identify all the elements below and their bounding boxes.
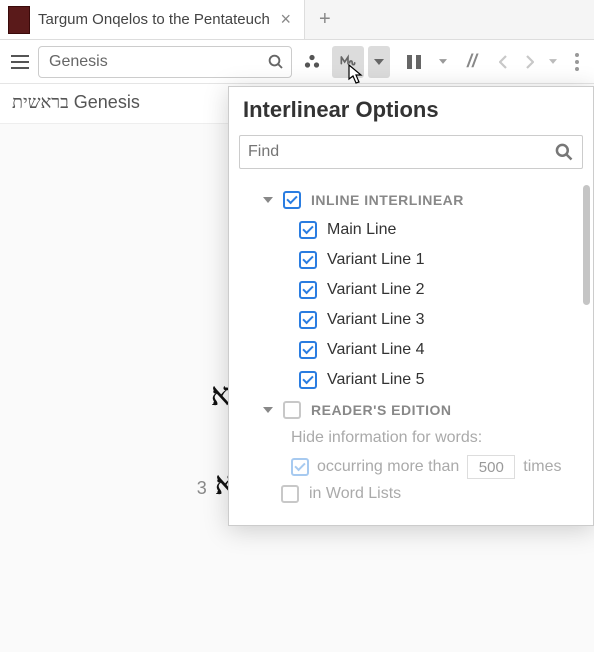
more-menu-icon[interactable] xyxy=(566,46,588,78)
interlinear-options-title: Interlinear Options xyxy=(229,87,593,135)
occurring-post: times xyxy=(523,458,561,476)
variant-2-label: Variant Line 2 xyxy=(327,281,425,299)
readers-edition-checkbox[interactable] xyxy=(283,401,301,419)
add-tab-button[interactable]: + xyxy=(305,0,345,39)
wordlists-label: in Word Lists xyxy=(309,485,401,503)
heading-hebrew: בראשית xyxy=(12,92,69,112)
close-tab-icon[interactable]: × xyxy=(278,9,294,30)
history-dropdown-icon[interactable] xyxy=(544,48,562,76)
variant-2-checkbox[interactable] xyxy=(299,281,317,299)
columns-dropdown-icon[interactable] xyxy=(434,48,452,76)
parallel-resources-icon[interactable] xyxy=(296,46,328,78)
search-icon[interactable] xyxy=(267,53,285,71)
wordlists-checkbox[interactable] xyxy=(281,485,299,503)
interlinear-dropdown-button[interactable] xyxy=(368,46,390,78)
occurring-count-input[interactable] xyxy=(467,455,515,479)
panel-scrollbar[interactable] xyxy=(583,185,590,305)
forward-button[interactable] xyxy=(518,46,540,78)
columns-icon[interactable] xyxy=(398,46,430,78)
main-line-checkbox[interactable] xyxy=(299,221,317,239)
variant-5-label: Variant Line 5 xyxy=(327,371,425,389)
panel-body: Inline Interlinear Main Line Variant Lin… xyxy=(229,179,593,525)
toolbar: Genesis // xyxy=(0,40,594,84)
heading-latin: Genesis xyxy=(74,92,140,112)
active-tab[interactable]: Targum Onqelos to the Pentateuch × xyxy=(0,0,305,39)
book-cover-icon xyxy=(8,6,30,34)
find-field[interactable] xyxy=(248,143,554,161)
hide-info-label: Hide information for words: xyxy=(291,429,482,447)
occurring-checkbox[interactable] xyxy=(291,458,309,476)
interlinear-options-panel: Interlinear Options Inline Interlinear M… xyxy=(228,86,594,526)
variant-3-checkbox[interactable] xyxy=(299,311,317,329)
variant-4-checkbox[interactable] xyxy=(299,341,317,359)
find-input[interactable] xyxy=(239,135,583,169)
verse-3-number: 3 xyxy=(197,471,207,505)
verse-mode-icon[interactable]: // xyxy=(456,46,488,78)
location-value: Genesis xyxy=(49,53,267,71)
variant-5-checkbox[interactable] xyxy=(299,371,317,389)
inline-interlinear-header: Inline Interlinear xyxy=(311,192,464,208)
interlinear-toggle-button[interactable] xyxy=(332,46,364,78)
tab-title: Targum Onqelos to the Pentateuch xyxy=(38,11,270,28)
variant-1-checkbox[interactable] xyxy=(299,251,317,269)
occurring-pre: occurring more than xyxy=(317,458,459,476)
find-search-icon[interactable] xyxy=(554,142,574,162)
location-input[interactable]: Genesis xyxy=(38,46,292,78)
variant-1-label: Variant Line 1 xyxy=(327,251,425,269)
collapse-inline-icon[interactable] xyxy=(263,197,273,203)
collapse-readers-icon[interactable] xyxy=(263,407,273,413)
menu-icon[interactable] xyxy=(6,48,34,76)
back-button[interactable] xyxy=(492,46,514,78)
main-line-label: Main Line xyxy=(327,221,396,239)
tab-strip: Targum Onqelos to the Pentateuch × + xyxy=(0,0,594,40)
inline-interlinear-checkbox[interactable] xyxy=(283,191,301,209)
variant-4-label: Variant Line 4 xyxy=(327,341,425,359)
readers-edition-header: Reader's Edition xyxy=(311,402,451,418)
variant-3-label: Variant Line 3 xyxy=(327,311,425,329)
